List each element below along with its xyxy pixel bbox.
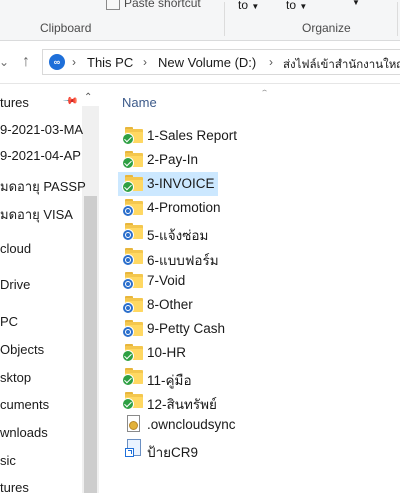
nav-item-3d-objects[interactable]: Objects [0, 342, 44, 357]
sync-pending-badge-icon [122, 326, 134, 338]
breadcrumb-new-volume[interactable]: New Volume (D:) [158, 55, 256, 70]
sync-ok-badge-icon [122, 157, 134, 169]
sync-pending-badge-icon [122, 278, 134, 290]
recent-locations-chevron-icon[interactable]: ⌄ [0, 51, 14, 73]
settings-file-icon [125, 415, 145, 433]
file-row[interactable]: 12-สินทรัพย์ [100, 389, 400, 413]
file-row[interactable]: 7-Void [100, 269, 400, 293]
column-header-name[interactable]: Name [122, 95, 157, 110]
file-name: 3-INVOICE [147, 176, 215, 191]
sync-ok-badge-icon [122, 374, 134, 386]
nav-item-music[interactable]: sic [0, 453, 16, 468]
file-name: 4-Promotion [147, 200, 221, 215]
folder-icon [122, 319, 145, 338]
folder-icon [122, 222, 145, 241]
file-name: 2-Pay-In [147, 152, 199, 167]
folder-icon [122, 295, 145, 314]
nav-item-passport-expiry[interactable]: มดอายุ PASSP [0, 176, 86, 197]
paste-shortcut-button[interactable]: Paste shortcut [124, 0, 201, 10]
up-arrow-icon[interactable]: ↑ [16, 51, 36, 73]
nav-item-desktop[interactable]: sktop [0, 370, 31, 385]
file-name: 6-แบบฟอร์ม [147, 253, 219, 268]
file-name: ป้ายCR9 [147, 445, 199, 460]
breadcrumb-chevron-icon[interactable]: › [269, 55, 273, 69]
file-name: 7-Void [147, 273, 186, 288]
folder-icon [122, 126, 145, 145]
file-row[interactable]: 1-Sales Report [100, 124, 400, 148]
paste-shortcut-icon [106, 0, 120, 10]
nav-item-documents[interactable]: cuments [0, 397, 49, 412]
file-row[interactable]: 2-Pay-In [100, 148, 400, 172]
ribbon-divider [397, 2, 398, 36]
sync-ok-badge-icon [122, 181, 134, 193]
file-name: 8-Other [147, 297, 193, 312]
move-to-button[interactable]: to ▼ [238, 0, 259, 12]
scroll-up-arrow-icon[interactable]: ⌃ [84, 92, 92, 103]
nav-item-onedrive[interactable]: Drive [0, 277, 30, 292]
file-name: 5-แจ้งซ่อม [147, 228, 209, 243]
file-row[interactable]: 9-Petty Cash [100, 317, 400, 341]
nav-item-visa-expiry[interactable]: มดอายุ VISA [0, 204, 73, 225]
breadcrumb-this-pc[interactable]: This PC [87, 55, 133, 70]
nav-item-folder-2021-03[interactable]: 9-2021-03-MA [0, 122, 83, 137]
file-name: 10-HR [147, 345, 187, 360]
breadcrumb-chevron-icon[interactable]: › [143, 55, 147, 69]
file-name: 11-คู่มือ [147, 373, 192, 388]
copy-to-button[interactable]: to ▼ [286, 0, 307, 12]
file-row[interactable]: .owncloudsync [100, 413, 400, 437]
breadcrumb-chevron-icon[interactable]: › [72, 55, 76, 69]
folder-icon [122, 367, 145, 386]
owncloud-icon: ∞ [49, 54, 65, 70]
address-bar[interactable]: ∞ › This PC › New Volume (D:) › ส่งไฟล์เ… [42, 49, 400, 75]
organize-group-label: Organize [302, 21, 351, 35]
file-name: 9-Petty Cash [147, 321, 226, 336]
ribbon-divider [224, 2, 225, 36]
file-row[interactable]: 4-Promotion [100, 196, 400, 220]
file-list: ⌃ Name 1-Sales Report 2-Pay-In 3-INVOICE 4-… [100, 84, 400, 493]
nav-item-this-pc[interactable]: PC [0, 314, 18, 329]
file-name: 1-Sales Report [147, 128, 238, 143]
file-name: 12-สินทรัพย์ [147, 397, 217, 412]
file-row[interactable]: 11-คู่มือ [100, 365, 400, 389]
file-row[interactable]: 6-แบบฟอร์ม [100, 245, 400, 269]
file-row[interactable]: ป้ายCR9 [100, 437, 400, 461]
sync-pending-badge-icon [122, 302, 134, 314]
shortcut-file-icon [125, 439, 145, 457]
folder-icon [122, 271, 145, 290]
nav-item-folder-2021-04[interactable]: 9-2021-04-AP [0, 148, 81, 163]
file-row[interactable]: 3-INVOICE [100, 172, 400, 196]
nav-item-pictures-2[interactable]: tures [0, 480, 29, 493]
sync-pending-badge-icon [122, 254, 134, 266]
sort-ascending-icon: ⌃ [260, 89, 270, 97]
folder-icon [122, 391, 145, 410]
clipboard-group-label: Clipboard [40, 21, 92, 35]
folder-icon [122, 150, 145, 169]
sync-ok-badge-icon [122, 350, 134, 362]
delete-dropdown-chevron-icon[interactable]: ▼ [352, 0, 360, 7]
sync-ok-badge-icon [122, 133, 134, 145]
folder-icon [122, 247, 145, 266]
sync-pending-badge-icon [122, 229, 134, 241]
folder-icon [122, 174, 145, 193]
breadcrumb-current-folder[interactable]: ส่งไฟล์เข้าสำนักงานใหญ่ [283, 56, 400, 74]
sync-pending-badge-icon [122, 205, 134, 217]
file-row[interactable]: 5-แจ้งซ่อม [100, 220, 400, 244]
file-name: .owncloudsync [147, 417, 236, 432]
nav-item-downloads[interactable]: wnloads [0, 425, 48, 440]
nav-item-owncloud[interactable]: cloud [0, 241, 31, 256]
file-row[interactable]: 8-Other [100, 293, 400, 317]
ribbon: Paste shortcut to ▼ to ▼ ▼ Clipboard Org… [0, 0, 400, 41]
sync-ok-badge-icon [122, 398, 134, 410]
folder-icon [122, 343, 145, 362]
pin-icon[interactable]: 📌 [62, 93, 79, 110]
nav-item-pictures[interactable]: tures [0, 95, 29, 110]
folder-icon [122, 198, 145, 217]
file-row[interactable]: 10-HR [100, 341, 400, 365]
nav-scrollbar-thumb[interactable] [84, 196, 97, 493]
navigation-pane: 📌 ⌃ tures 9-2021-03-MA 9-2021-04-AP มดอา… [0, 84, 100, 493]
address-toolbar: ⌄ ↑ ∞ › This PC › New Volume (D:) › ส่งไ… [0, 41, 400, 84]
